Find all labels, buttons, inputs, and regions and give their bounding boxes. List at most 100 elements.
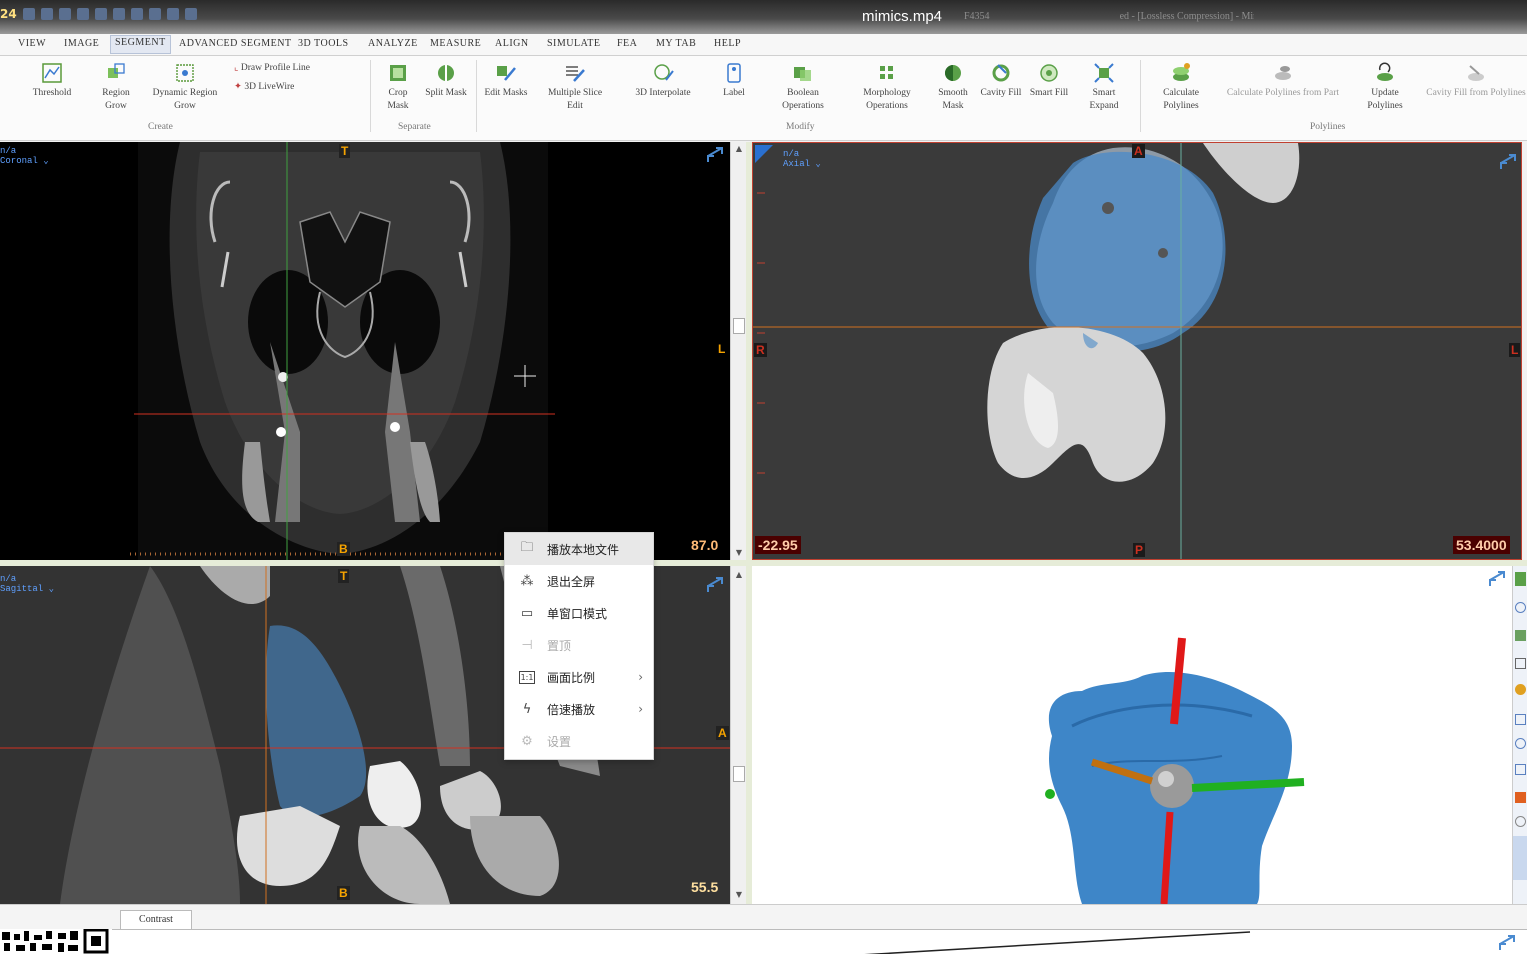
orientation-top: T xyxy=(338,569,350,583)
rotate-icon[interactable] xyxy=(1515,602,1526,613)
save-icon[interactable] xyxy=(22,8,35,20)
dynamic-region-grow-button[interactable]: Dynamic Region Grow xyxy=(142,62,228,113)
menu-item-playback-speed[interactable]: ϟ 倍速播放 › xyxy=(505,693,653,725)
cavity-fill-button[interactable]: Cavity Fill xyxy=(980,62,1022,100)
scroll-down-icon[interactable]: ▼ xyxy=(731,546,747,560)
crop-mask-button[interactable]: Crop Mask xyxy=(378,62,418,113)
pin-icon: ⊣ xyxy=(521,637,533,653)
boolean-operations-button[interactable]: Boolean Operations xyxy=(770,62,836,113)
sagittal-view-label[interactable]: n/a Sagittal ⌄ xyxy=(0,574,54,594)
draw-profile-line-button[interactable]: ⌞ Draw Profile Line xyxy=(234,62,360,75)
calculate-polylines-from-part-button[interactable]: Calculate Polylines from Part xyxy=(1222,62,1344,100)
3d-toolbar xyxy=(1512,566,1527,904)
cavity-fill-from-polylines-button[interactable]: Cavity Fill from Polylines xyxy=(1426,62,1526,100)
redo-icon[interactable] xyxy=(76,8,89,20)
import-icon[interactable] xyxy=(112,8,125,20)
menu-simulate[interactable]: SIMULATE xyxy=(543,37,604,50)
eye-icon[interactable] xyxy=(1515,816,1526,827)
3d-interpolate-button[interactable]: 3D Interpolate xyxy=(618,62,708,100)
sagittal-scrollbar[interactable]: ▲ ▼ xyxy=(730,566,746,904)
axial-ct-image xyxy=(753,143,1521,559)
ribbon-separator xyxy=(1140,60,1141,132)
menu-item-settings[interactable]: ⚙ 设置 xyxy=(505,725,653,757)
threshold-button[interactable]: Threshold xyxy=(22,62,82,100)
menu-analyze[interactable]: ANALYZE xyxy=(364,37,422,50)
edit-masks-button[interactable]: Edit Masks xyxy=(484,62,528,100)
axial-view-label[interactable]: n/a Axial ⌄ xyxy=(783,149,821,169)
label-button[interactable]: Label xyxy=(714,62,754,100)
scroll-thumb[interactable] xyxy=(733,318,745,334)
livewire-button[interactable]: ✦ 3D LiveWire xyxy=(234,81,344,94)
undo-icon[interactable] xyxy=(58,8,71,20)
polylines-from-part-icon xyxy=(1275,66,1291,80)
scroll-down-icon[interactable]: ▼ xyxy=(731,888,747,902)
zoom-icon[interactable] xyxy=(166,8,179,20)
menu-fea[interactable]: FEA xyxy=(613,37,641,50)
fit-icon[interactable] xyxy=(184,8,197,20)
counter-label: 24 xyxy=(0,7,17,21)
region-grow-button[interactable]: Region Grow xyxy=(92,62,140,113)
cube-icon[interactable] xyxy=(1515,764,1526,775)
print-icon[interactable] xyxy=(94,8,107,20)
folder-icon: 🗀 xyxy=(520,540,534,555)
pan-icon[interactable] xyxy=(148,8,161,20)
menu-my-tab[interactable]: MY TAB xyxy=(652,37,700,50)
3d-viewport[interactable] xyxy=(752,566,1512,904)
viewport-divider-vertical[interactable] xyxy=(746,142,752,904)
calculate-polylines-button[interactable]: Calculate Polylines xyxy=(1148,62,1214,113)
menu-item-aspect-ratio[interactable]: 1:1 画面比例 › xyxy=(505,661,653,693)
smart-fill-button[interactable]: Smart Fill xyxy=(1028,62,1070,100)
qr-code-image xyxy=(2,928,109,954)
smooth-mask-button[interactable]: Smooth Mask xyxy=(932,62,974,113)
multiple-slice-edit-button[interactable]: Multiple Slice Edit xyxy=(540,62,610,113)
menu-align[interactable]: ALIGN xyxy=(491,37,533,50)
axes-icon[interactable] xyxy=(1513,836,1527,880)
menu-item-pin-top[interactable]: ⊣ 置顶 xyxy=(505,629,653,661)
menu-advanced-segment[interactable]: ADVANCED SEGMENT xyxy=(175,37,296,50)
update-polylines-button[interactable]: Update Polylines xyxy=(1354,62,1416,113)
viewport-divider[interactable] xyxy=(0,560,1527,566)
light-icon[interactable] xyxy=(1515,684,1526,695)
save-all-icon[interactable] xyxy=(40,8,53,20)
scroll-thumb[interactable] xyxy=(733,766,745,782)
morphology-operations-button[interactable]: Morphology Operations xyxy=(852,62,922,113)
view-icon[interactable] xyxy=(1515,714,1526,725)
orientation-bottom: B xyxy=(337,886,350,900)
smart-fill-icon xyxy=(1040,64,1058,82)
coronal-scrollbar[interactable]: ▲ ▼ xyxy=(730,142,746,560)
menu-item-single-window[interactable]: ▭ 单窗口模式 xyxy=(505,597,653,629)
menu-help[interactable]: HELP xyxy=(710,37,745,50)
menu-view[interactable]: VIEW xyxy=(14,37,50,50)
axial-viewport[interactable]: n/a Axial ⌄ A P R L -22.95 53.4000 xyxy=(752,142,1522,560)
grid-icon[interactable] xyxy=(1515,572,1526,586)
menu-measure[interactable]: MEASURE xyxy=(426,37,485,50)
smart-expand-button[interactable]: Smart Expand xyxy=(1080,62,1128,113)
menu-image[interactable]: IMAGE xyxy=(60,37,103,50)
chevron-right-icon: › xyxy=(638,702,643,716)
label-icon xyxy=(727,63,741,83)
pan-icon[interactable] xyxy=(1515,630,1526,641)
orientation-left: R xyxy=(754,343,767,357)
group-create-label: Create xyxy=(148,122,173,132)
menu-3d-tools[interactable]: 3D TOOLS xyxy=(294,37,353,50)
scroll-up-icon[interactable]: ▲ xyxy=(731,142,747,156)
region-grow-icon xyxy=(108,63,125,78)
contrast-tab[interactable]: Contrast xyxy=(120,910,192,930)
menu-item-exit-fullscreen[interactable]: ⁂ 退出全屏 xyxy=(505,565,653,597)
split-mask-button[interactable]: Split Mask xyxy=(424,62,468,100)
3d-tooth-model xyxy=(1045,571,1505,904)
coronal-viewport[interactable]: n/a Coronal ⌄ T B L 87.0 xyxy=(0,142,730,560)
boolean-icon xyxy=(794,67,811,81)
color-icon[interactable] xyxy=(1515,792,1526,803)
orientation-right: L xyxy=(718,342,726,356)
export-icon[interactable] xyxy=(130,8,143,20)
scroll-up-icon[interactable]: ▲ xyxy=(731,568,747,582)
bottom-tab-strip xyxy=(0,904,1527,930)
orbit-icon[interactable] xyxy=(1515,738,1526,749)
crop-mask-icon xyxy=(390,65,406,81)
orientation-bottom: P xyxy=(1133,543,1146,557)
coronal-view-label[interactable]: n/a Coronal ⌄ xyxy=(0,146,49,166)
menu-segment[interactable]: SEGMENT xyxy=(110,35,171,54)
menu-item-play-local-file[interactable]: 🗀 播放本地文件 xyxy=(505,533,653,565)
zoom-icon[interactable] xyxy=(1515,658,1526,669)
